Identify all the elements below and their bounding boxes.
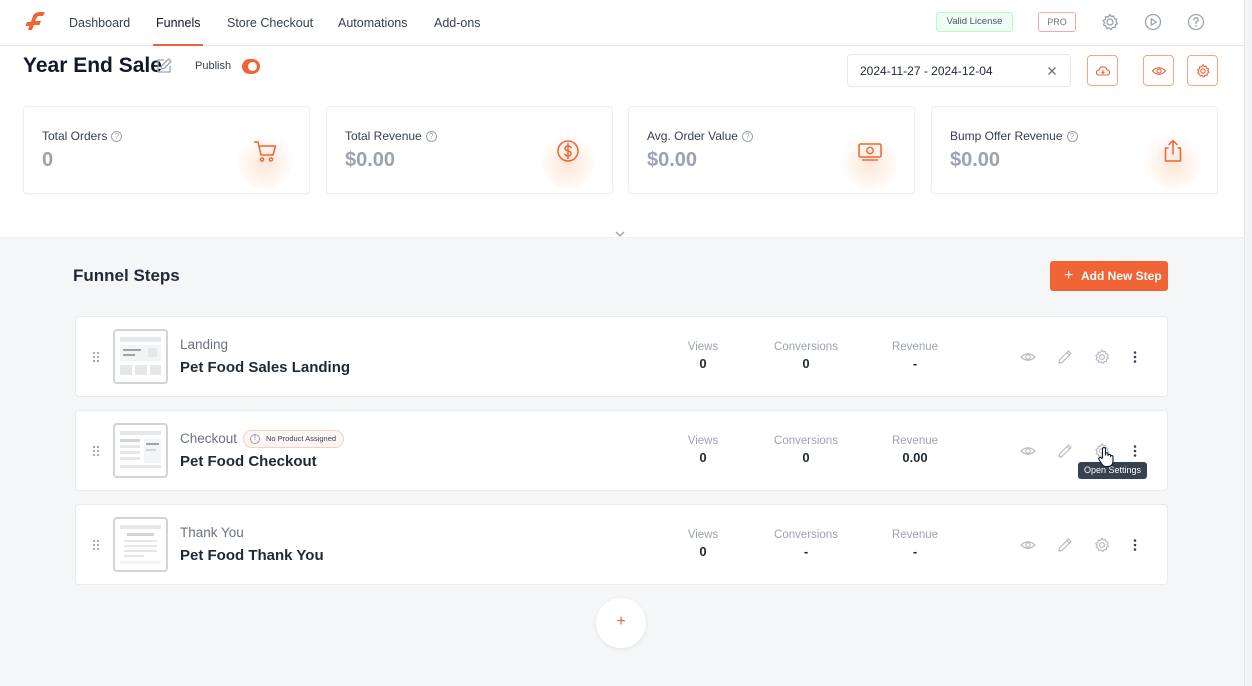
stat-value: $0.00 bbox=[647, 149, 698, 171]
more-options-icon[interactable] bbox=[1126, 536, 1144, 554]
pencil-icon[interactable] bbox=[1056, 442, 1074, 460]
nav-automations[interactable]: Automations bbox=[338, 0, 407, 46]
eye-icon bbox=[1151, 67, 1167, 75]
step-name[interactable]: Pet Food Sales Landing bbox=[180, 359, 350, 376]
stat-label: Total Orders bbox=[42, 129, 108, 143]
step-thumbnail[interactable] bbox=[113, 329, 168, 384]
pencil-icon[interactable] bbox=[1056, 536, 1074, 554]
cart-icon bbox=[254, 141, 277, 162]
step-revenue: Revenue 0.00 bbox=[891, 435, 939, 465]
gear-icon bbox=[1196, 64, 1210, 78]
license-badge: Valid License bbox=[936, 12, 1013, 32]
eye-icon[interactable] bbox=[1019, 442, 1037, 460]
stat-card-total-orders: Total Orders? 0 bbox=[23, 106, 310, 194]
step-revenue: Revenue - bbox=[891, 341, 939, 371]
step-type: Checkout bbox=[180, 431, 238, 446]
step-views: Views 0 bbox=[687, 435, 719, 465]
help-icon[interactable]: ? bbox=[111, 131, 123, 142]
drag-handle-icon[interactable] bbox=[91, 444, 101, 458]
step-conversions: Conversions - bbox=[774, 529, 838, 559]
drag-handle-icon[interactable] bbox=[91, 538, 101, 552]
gear-icon[interactable] bbox=[1093, 536, 1111, 554]
funnel-step-checkout: Checkout ! No Product Assigned Pet Food C… bbox=[75, 410, 1168, 491]
pro-badge[interactable]: PRO bbox=[1038, 12, 1076, 32]
step-conversions: Conversions 0 bbox=[774, 435, 838, 465]
more-options-icon[interactable] bbox=[1126, 442, 1144, 460]
funnel-steps-title: Funnel Steps bbox=[73, 266, 180, 285]
help-circle-icon[interactable] bbox=[1186, 12, 1206, 32]
stat-value: $0.00 bbox=[345, 149, 396, 171]
add-new-step-button[interactable]: + Add New Step bbox=[1050, 261, 1168, 291]
top-navigation: Dashboard Funnels Store Checkout Automat… bbox=[0, 0, 1244, 46]
step-type: Thank You bbox=[180, 525, 244, 540]
step-thumbnail[interactable] bbox=[113, 423, 168, 478]
add-step-fab[interactable]: + bbox=[596, 598, 646, 648]
step-views: Views 0 bbox=[687, 341, 719, 371]
nav-add-ons[interactable]: Add-ons bbox=[434, 0, 481, 46]
stat-card-total-revenue: Total Revenue? $0.00 bbox=[326, 106, 613, 194]
stat-label: Bump Offer Revenue bbox=[950, 129, 1063, 143]
step-thumbnail[interactable] bbox=[113, 517, 168, 572]
eye-icon[interactable] bbox=[1019, 348, 1037, 366]
stat-label: Avg. Order Value bbox=[647, 129, 738, 143]
help-icon[interactable]: ? bbox=[1066, 131, 1078, 142]
add-new-step-label: Add New Step bbox=[1081, 269, 1162, 283]
stat-card-avg-order-value: Avg. Order Value? $0.00 bbox=[628, 106, 915, 194]
eye-icon[interactable] bbox=[1019, 536, 1037, 554]
gear-icon[interactable] bbox=[1100, 12, 1120, 32]
step-conversions: Conversions 0 bbox=[774, 341, 838, 371]
step-views: Views 0 bbox=[687, 529, 719, 559]
plus-icon: + bbox=[1064, 267, 1074, 284]
dollar-circle-icon bbox=[557, 140, 579, 162]
pencil-icon[interactable] bbox=[1056, 348, 1074, 366]
hand-cursor-icon bbox=[1098, 446, 1114, 468]
edit-title-icon[interactable] bbox=[155, 57, 173, 75]
funnel-settings-button[interactable] bbox=[1187, 55, 1218, 86]
preview-button[interactable] bbox=[1143, 55, 1174, 86]
step-name[interactable]: Pet Food Thank You bbox=[180, 547, 324, 564]
stat-label: Total Revenue bbox=[345, 129, 422, 143]
stat-card-bump-offer-revenue: Bump Offer Revenue? $0.00 bbox=[931, 106, 1218, 194]
video-play-icon[interactable] bbox=[1143, 12, 1163, 32]
nav-dashboard[interactable]: Dashboard bbox=[69, 0, 130, 46]
vertical-scrollbar[interactable] bbox=[1244, 0, 1252, 686]
no-product-badge: ! No Product Assigned bbox=[243, 430, 345, 448]
share-icon bbox=[1164, 139, 1182, 162]
gear-icon[interactable] bbox=[1093, 348, 1111, 366]
help-icon[interactable]: ? bbox=[741, 131, 753, 142]
alert-icon: ! bbox=[250, 434, 260, 444]
step-name[interactable]: Pet Food Checkout bbox=[180, 453, 317, 470]
publish-label: Publish bbox=[195, 60, 232, 72]
money-icon bbox=[858, 143, 882, 161]
stat-value: 0 bbox=[42, 149, 54, 171]
close-icon[interactable] bbox=[1046, 65, 1058, 77]
nav-funnels[interactable]: Funnels bbox=[152, 0, 205, 46]
funnel-title: Year End Sale bbox=[23, 54, 162, 77]
publish-toggle[interactable] bbox=[242, 59, 260, 74]
date-range-picker[interactable]: 2024-11-27 - 2024-12-04 bbox=[847, 54, 1071, 87]
funnel-step-thank-you: Thank You Pet Food Thank You Views 0 Con… bbox=[75, 504, 1168, 585]
plus-icon: + bbox=[616, 613, 626, 630]
funnel-step-landing: Landing Pet Food Sales Landing Views 0 C… bbox=[75, 316, 1168, 397]
more-options-icon[interactable] bbox=[1126, 348, 1144, 366]
step-revenue: Revenue - bbox=[891, 529, 939, 559]
help-icon[interactable]: ? bbox=[425, 131, 437, 142]
chevron-down-icon[interactable] bbox=[608, 225, 632, 245]
cartflows-logo[interactable] bbox=[24, 10, 48, 34]
step-type: Landing bbox=[180, 337, 229, 352]
stat-value: $0.00 bbox=[950, 149, 1001, 171]
export-button[interactable] bbox=[1087, 55, 1118, 86]
date-range-value: 2024-11-27 - 2024-12-04 bbox=[860, 64, 993, 78]
nav-store-checkout[interactable]: Store Checkout bbox=[227, 0, 313, 46]
drag-handle-icon[interactable] bbox=[91, 350, 101, 364]
cloud-download-icon bbox=[1095, 66, 1111, 76]
